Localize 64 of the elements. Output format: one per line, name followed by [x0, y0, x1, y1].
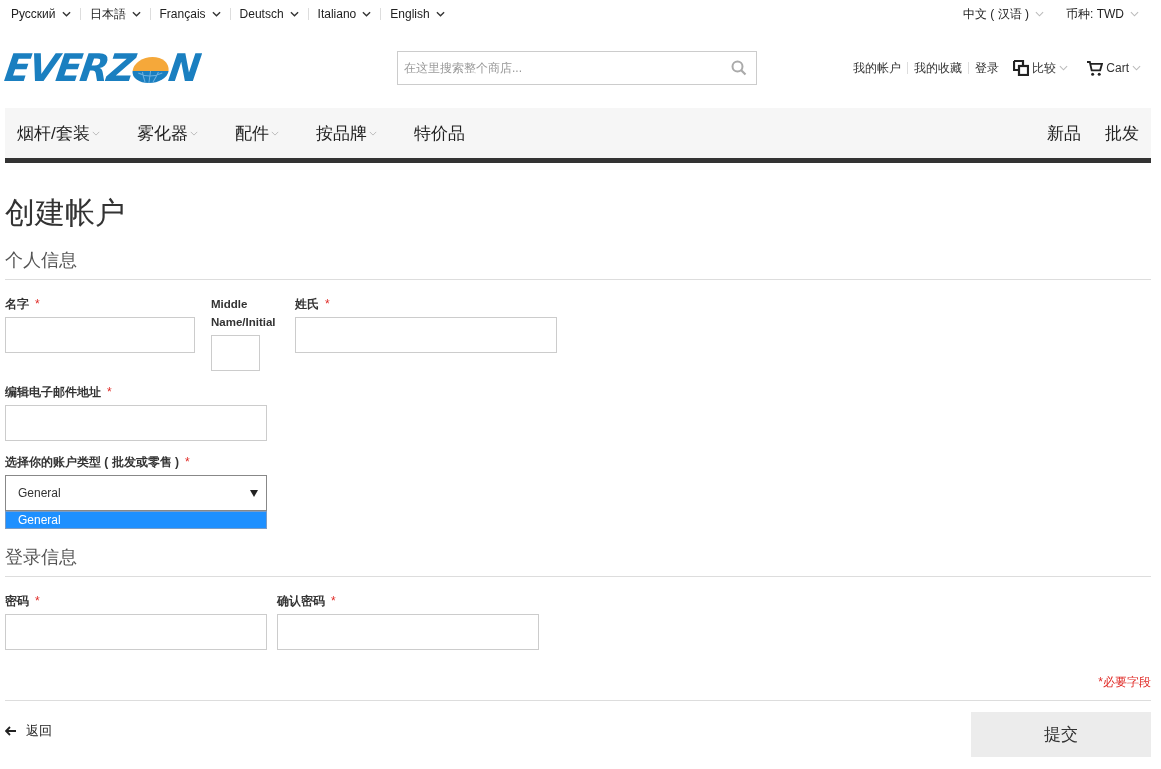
nav-item[interactable]: 新品 [1035, 121, 1093, 145]
field-label: 名字 [5, 296, 29, 313]
submit-button[interactable]: 提交 [971, 712, 1151, 757]
field-label: 选择你的账户类型 ( 批发或零售 ) [5, 454, 179, 471]
language-link[interactable]: 日本語 [89, 5, 141, 23]
language-link[interactable]: Italiano [317, 7, 372, 21]
caret-icon [1035, 11, 1044, 17]
nav-item[interactable]: 配件 [222, 121, 291, 145]
field-label: 姓氏 [295, 296, 319, 313]
required-mark: * [185, 454, 190, 471]
input-field[interactable] [5, 614, 267, 650]
caret-icon [435, 11, 445, 17]
field-label: 编辑电子邮件地址 [5, 384, 101, 401]
language-link[interactable]: Русский [11, 7, 71, 21]
input-field[interactable] [5, 317, 195, 353]
search-icon[interactable] [731, 60, 747, 76]
caret-icon [189, 130, 198, 136]
language-link[interactable]: English [390, 7, 445, 21]
required-mark: * [107, 384, 112, 401]
compare-link[interactable]: 比较 [1013, 59, 1069, 77]
input-field[interactable] [211, 335, 260, 371]
caret-icon [91, 130, 100, 136]
input-field[interactable] [277, 614, 539, 650]
caret-icon [1059, 65, 1069, 71]
compare-icon [1013, 60, 1030, 76]
caret-icon [289, 11, 299, 17]
required-mark: * [35, 593, 40, 610]
required-note: *必要字段 [1098, 675, 1151, 689]
nav-item[interactable]: 烟杆/套装 [5, 121, 112, 145]
nav-item[interactable]: 特价品 [401, 121, 477, 145]
field-label: 确认密码 [277, 593, 325, 610]
header-link[interactable]: 登录 [975, 59, 1000, 77]
caret-icon [270, 130, 279, 136]
currency-switcher[interactable]: 币种: TWD [1066, 5, 1139, 23]
input-field[interactable] [5, 405, 267, 441]
language-link[interactable]: Deutsch [239, 7, 299, 21]
language-link[interactable]: Français [159, 7, 221, 21]
arrow-left-icon [5, 726, 17, 736]
header-link[interactable]: 我的帐户 [853, 59, 902, 77]
cart-icon [1086, 60, 1104, 76]
caret-icon [131, 11, 141, 17]
cart-link[interactable]: Cart [1086, 60, 1141, 76]
required-mark: * [35, 296, 40, 313]
caret-icon [362, 11, 372, 17]
nav-item[interactable]: 雾化器 [124, 121, 210, 145]
header-link[interactable]: 我的收藏 [914, 59, 963, 77]
language-switcher[interactable]: 中文 ( 汉语 ) [963, 5, 1044, 23]
required-mark: * [325, 296, 330, 313]
caret-icon [1130, 11, 1139, 17]
section-heading: 登录信息 [5, 545, 1151, 577]
nav-item[interactable]: 批发 [1093, 121, 1151, 145]
nav-item[interactable]: 按品牌 [303, 121, 389, 145]
caret-icon [368, 130, 377, 136]
page-title: 创建帐户 [5, 194, 126, 232]
field-label: Middle Name/Initial [211, 297, 277, 330]
search-field[interactable]: 在这里搜索整个商店... [397, 51, 757, 85]
required-mark: * [331, 593, 336, 610]
caret-icon [211, 11, 221, 17]
section-heading: 个人信息 [5, 248, 1151, 280]
input-field[interactable] [295, 317, 557, 353]
caret-icon [1132, 65, 1141, 71]
field-label: 密码 [5, 593, 29, 610]
caret-icon [61, 11, 71, 17]
back-link[interactable]: 返回 [5, 722, 52, 740]
